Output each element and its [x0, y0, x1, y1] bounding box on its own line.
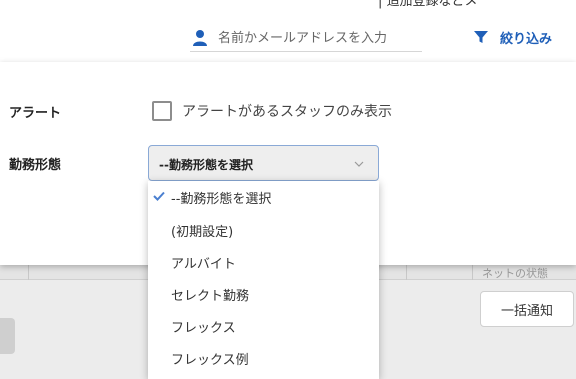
- employment-type-select[interactable]: --勤務形態を選択: [148, 145, 379, 181]
- search-input[interactable]: [218, 26, 418, 50]
- filter-button-label: 絞り込み: [500, 31, 553, 47]
- table-cell-text: ネットの状態: [482, 267, 548, 280]
- dropdown-option-label: アルバイト: [171, 257, 236, 272]
- dropdown-option-label: セレクト勤務: [171, 289, 250, 304]
- dropdown-option-label: フレックス例: [171, 353, 249, 368]
- funnel-icon: [474, 31, 488, 43]
- dropdown-option[interactable]: アルバイト: [148, 246, 379, 278]
- dropdown-option[interactable]: (初期設定): [148, 214, 379, 246]
- employment-type-label: 勤務形態: [9, 158, 62, 173]
- dropdown-option-label: --勤務形態を選択: [171, 192, 272, 207]
- dropdown-option[interactable]: フレックス例: [148, 342, 379, 374]
- checkmark-icon: [153, 191, 165, 201]
- header-cutoff-text: | 追加登録などメ: [378, 0, 478, 9]
- person-icon: [193, 30, 207, 46]
- employment-type-dropdown: --勤務形態を選択 (初期設定) アルバイト セレクト勤務 フレックス フレック…: [148, 181, 379, 379]
- search-field[interactable]: [190, 26, 422, 52]
- dropdown-option[interactable]: フレックス: [148, 310, 379, 342]
- bulk-notify-button[interactable]: 一括通知: [480, 291, 574, 327]
- header-bar: | 追加登録などメ 絞り込み: [0, 0, 576, 62]
- alert-label: アラート: [9, 106, 62, 121]
- dropdown-option-label: フレックス: [171, 321, 236, 336]
- alert-only-checkbox[interactable]: アラートがあるスタッフのみ表示: [152, 101, 392, 121]
- dropdown-option[interactable]: --勤務形態を選択: [148, 181, 379, 213]
- employment-type-selected-value: --勤務形態を選択: [159, 158, 253, 172]
- chevron-down-icon: [354, 161, 364, 167]
- filter-button[interactable]: 絞り込み: [474, 26, 552, 48]
- background-button-edge: [0, 318, 15, 354]
- checkbox-box[interactable]: [152, 101, 172, 121]
- dropdown-option[interactable]: セレクト勤務: [148, 278, 379, 310]
- table-column-divider: [472, 265, 473, 280]
- dropdown-option-label: (初期設定): [171, 225, 234, 240]
- alert-only-checkbox-label: アラートがあるスタッフのみ表示: [182, 104, 392, 120]
- table-column-divider: [28, 265, 29, 280]
- table-column-divider: [406, 265, 407, 280]
